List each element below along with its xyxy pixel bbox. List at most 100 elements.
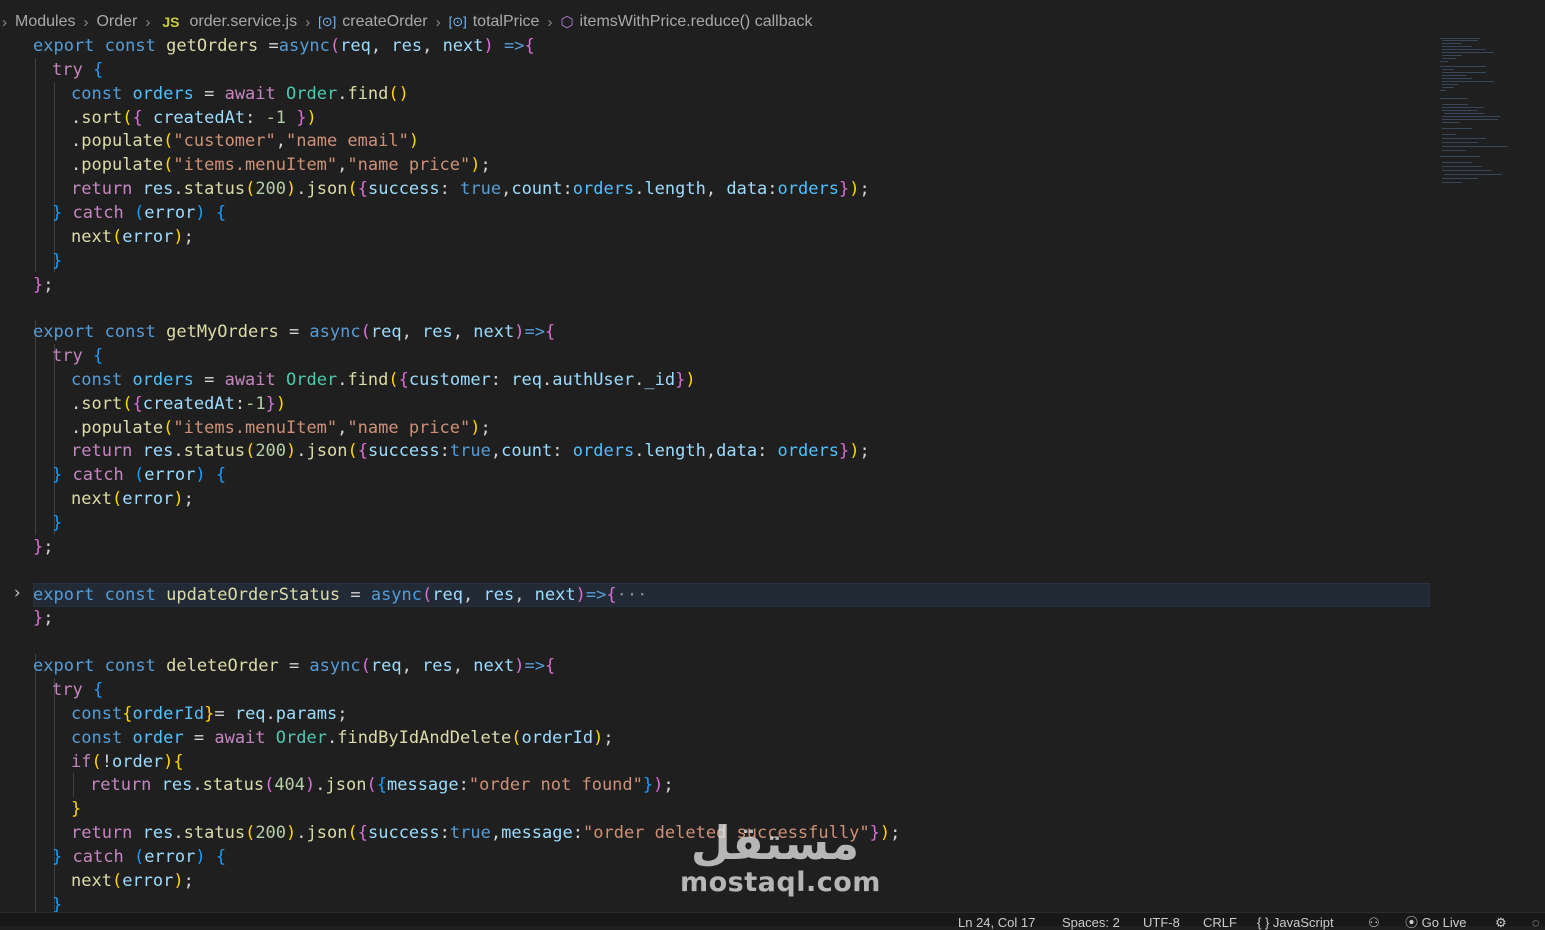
code-line[interactable]: }; xyxy=(33,535,54,559)
code-line[interactable]: if(!order){ xyxy=(71,750,184,774)
code-token: status xyxy=(183,823,246,844)
code-token: : xyxy=(562,179,573,200)
settings-gear-icon[interactable]: ⚙ xyxy=(1495,916,1507,929)
code-token: 404 xyxy=(274,775,306,796)
code-token: ( xyxy=(329,36,341,56)
indentation-setting[interactable]: Spaces: 2 xyxy=(1062,916,1120,929)
code-line[interactable]: }; xyxy=(33,273,54,297)
code-token: ) xyxy=(593,727,604,748)
code-token: { xyxy=(215,465,227,486)
code-line[interactable]: } xyxy=(71,797,81,821)
code-token: ; xyxy=(663,775,674,796)
code-line[interactable]: export const getMyOrders = async(req, re… xyxy=(33,320,555,344)
code-token: message xyxy=(501,823,573,844)
code-token: next xyxy=(473,656,515,677)
code-token: ) xyxy=(163,751,174,772)
breadcrumb-item-modules[interactable]: Modules xyxy=(15,13,75,31)
code-token: sort xyxy=(81,393,123,414)
variable-symbol-icon: [⊙] xyxy=(318,14,337,29)
go-live-button[interactable]: ⦿ Go Live xyxy=(1405,916,1466,929)
minimap-line xyxy=(1442,72,1486,73)
code-token: const xyxy=(104,322,156,343)
code-line[interactable]: } catch (error) { xyxy=(52,463,226,487)
code-token: await xyxy=(224,83,276,104)
code-line[interactable]: const{orderId}= req.params; xyxy=(71,702,347,726)
code-token: findByIdAndDelete xyxy=(337,727,512,748)
code-token: } xyxy=(52,202,63,223)
code-line[interactable]: .sort({ createdAt: -1 }) xyxy=(71,106,317,130)
code-line[interactable]: }; xyxy=(33,606,54,630)
code-line[interactable]: .populate("items.menuItem","name price")… xyxy=(71,153,491,177)
code-line[interactable]: const orders = await Order.find() xyxy=(71,82,409,106)
code-token: ( xyxy=(163,155,174,176)
code-token: } xyxy=(52,846,63,867)
code-line[interactable]: } xyxy=(52,249,62,273)
code-token: next xyxy=(534,584,576,605)
code-line[interactable]: export const deleteOrder = async(req, re… xyxy=(33,654,555,678)
code-line[interactable]: } catch (error) { xyxy=(52,201,226,225)
code-token: createdAt xyxy=(152,107,246,128)
minimap-line xyxy=(1442,81,1494,82)
code-token: req xyxy=(511,369,542,390)
code-line[interactable]: } catch (error) { xyxy=(52,845,226,869)
code-line[interactable]: next(error); xyxy=(71,487,194,511)
code-token: ( xyxy=(366,775,377,796)
code-token: } xyxy=(52,250,63,271)
minimap[interactable] xyxy=(1432,30,1545,200)
end-of-line[interactable]: CRLF xyxy=(1203,916,1237,929)
fold-expand-chevron-icon[interactable]: › xyxy=(12,583,22,603)
code-line[interactable]: return res.status(200).json({success: tr… xyxy=(71,177,870,201)
breadcrumb-item-order[interactable]: Order xyxy=(96,13,137,31)
code-line[interactable]: } xyxy=(52,893,62,912)
code-token: ( xyxy=(111,226,123,247)
code-line[interactable]: try { xyxy=(52,344,103,368)
code-line[interactable]: export const updateOrderStatus = async(r… xyxy=(33,583,647,607)
language-mode[interactable]: { } JavaScript xyxy=(1257,916,1334,929)
code-line[interactable]: next(error); xyxy=(71,869,194,893)
code-line[interactable]: return res.status(200).json({success:tru… xyxy=(71,439,870,463)
code-line[interactable]: try { xyxy=(52,678,103,702)
notifications-bell-icon[interactable]: ◌ xyxy=(1532,916,1540,929)
minimap-line xyxy=(1442,104,1468,105)
code-token: } xyxy=(675,369,686,390)
code-token: = xyxy=(214,703,235,724)
code-line[interactable]: .populate("items.menuItem","name price")… xyxy=(71,416,491,440)
variable-symbol-icon: [⊙] xyxy=(448,14,467,29)
code-token: status xyxy=(183,441,246,462)
code-line[interactable]: } xyxy=(52,511,62,535)
code-token: ) xyxy=(849,441,860,462)
file-encoding[interactable]: UTF-8 xyxy=(1143,916,1180,929)
breadcrumb-item-reduce-callback[interactable]: ⬡ itemsWithPrice.reduce() callback xyxy=(560,13,812,31)
code-token: 200 xyxy=(255,441,287,462)
copilot-icon[interactable]: ⚇ xyxy=(1368,916,1380,929)
code-editor[interactable]: export const getOrders =async(req, res, … xyxy=(0,34,1430,912)
code-line[interactable]: const orders = await Order.find({custome… xyxy=(71,368,696,392)
breadcrumb-item-create-order[interactable]: [⊙] createOrder xyxy=(318,13,428,31)
code-line[interactable]: export const getOrders =async(req, res, … xyxy=(33,34,535,58)
breadcrumb-item-file[interactable]: JS order.service.js xyxy=(158,13,297,31)
code-line[interactable]: try { xyxy=(52,58,103,82)
code-token: ( xyxy=(245,823,256,844)
code-line[interactable]: .sort({createdAt:-1}) xyxy=(71,392,286,416)
code-line[interactable]: return res.status(404).json({message:"or… xyxy=(90,773,674,797)
code-token: "name price" xyxy=(347,417,471,438)
code-token: { xyxy=(376,775,387,796)
code-token: . xyxy=(296,441,307,462)
code-token: ; xyxy=(43,536,54,557)
code-token: . xyxy=(634,369,645,390)
code-token: -1 xyxy=(265,107,287,128)
code-line[interactable]: const order = await Order.findByIdAndDel… xyxy=(71,726,614,750)
breadcrumb-item-total-price[interactable]: [⊙] totalPrice xyxy=(449,13,540,31)
indent-guide xyxy=(35,654,36,912)
code-token: ; xyxy=(859,441,870,462)
chevron-right-icon: › xyxy=(547,13,553,31)
code-line[interactable]: next(error); xyxy=(71,225,194,249)
cursor-position[interactable]: Ln 24, Col 17 xyxy=(958,916,1035,929)
code-line[interactable]: .populate("customer","name email") xyxy=(71,129,419,153)
code-token: = xyxy=(193,83,225,104)
